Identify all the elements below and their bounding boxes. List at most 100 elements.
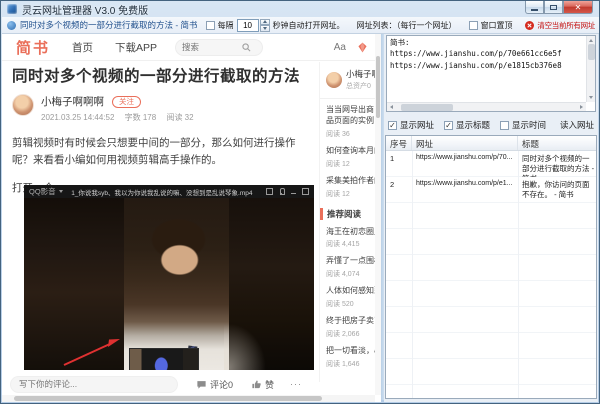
maximize-icon (550, 5, 557, 10)
textarea-vertical-scrollbar[interactable] (586, 36, 595, 102)
follow-button[interactable]: 关注 (112, 96, 141, 108)
window-controls: ✕ (525, 1, 593, 14)
scroll-up-arrow-icon[interactable] (589, 39, 593, 42)
show-title-label: 显示标题 (456, 119, 490, 131)
comment-bar: 评论0 赞 ··· (2, 374, 319, 394)
window-title: 灵云网址管理器 V3.0 免费版 (22, 2, 148, 17)
interval-checkbox[interactable] (206, 21, 215, 30)
close-button[interactable]: ✕ (563, 1, 593, 14)
video-filename: 1_你说我syb、我以为你说我乱说的嘛、没想到是乱说琴象.mp4 (63, 187, 261, 197)
sidebar-article-item[interactable]: 当当网导出商品页面的实例方法 阅读 36 (326, 105, 375, 139)
member-diamond-icon[interactable] (356, 41, 369, 54)
recommended-item[interactable]: 人体如何感知到 阅读 520 (326, 286, 375, 309)
article: 同时对多个视频的一部分进行截取的方法 小梅子啊啊啊 关注 2021.03.25 … (12, 64, 314, 195)
sidebar-article-item[interactable]: 采集美拍作者的 阅读 12 (326, 176, 375, 199)
display-options-row: ✓ 显示网址 ✓ 显示标题 显示时间 读入网址 (388, 118, 594, 132)
load-urls-button[interactable]: 读入网址 (560, 119, 594, 131)
recommended-item[interactable]: 弄懂了一点围棋 阅读 4,074 (326, 256, 375, 279)
current-page-title[interactable]: 同时对多个视频的一部分进行截取的方法 - 简书 (20, 19, 198, 31)
thumbs-up-icon (251, 379, 262, 390)
scroll-down-arrow-icon[interactable] (589, 96, 593, 99)
scrollbar-thumb[interactable] (376, 56, 380, 118)
comment-bubble-icon (196, 379, 207, 390)
font-size-toggle[interactable]: Aa (334, 42, 346, 53)
table-header: 序号 网址 标题 (386, 136, 596, 151)
site-header: 简书 首页 下载APP Aa (2, 34, 381, 61)
sidebar-author-assets: 总资产0 (346, 81, 375, 91)
show-title-option[interactable]: ✓ 显示标题 (444, 119, 490, 131)
table-row[interactable]: 2 https://www.jianshu.com/p/e1... 抱歉，你访问… (386, 177, 596, 203)
video-player-name: QQ影音 (29, 186, 63, 197)
show-title-checkbox[interactable]: ✓ (444, 121, 453, 130)
show-url-checkbox[interactable]: ✓ (388, 121, 397, 130)
article-paragraph: 剪辑视频时有时候会只想要中间的一部分，那么如何进行操作呢？来看看小编如何用视频剪… (12, 135, 314, 170)
read-count: 阅读 32 (166, 113, 193, 122)
column-header-index[interactable]: 序号 (386, 136, 412, 150)
author-name[interactable]: 小梅子啊啊啊 (41, 94, 104, 109)
show-time-checkbox[interactable] (500, 121, 509, 130)
word-count: 字数 178 (125, 113, 157, 122)
recommend-header: 推荐阅读 (320, 208, 375, 220)
maximize-button[interactable] (544, 1, 563, 14)
more-actions-button[interactable]: ··· (290, 379, 302, 389)
recommended-item[interactable]: 海王在初恋圈里 阅读 4,415 (326, 227, 375, 250)
author-avatar[interactable] (12, 94, 34, 116)
table-row[interactable]: 1 https://www.jianshu.com/p/70... 同时对多个视… (386, 151, 596, 177)
sidebar-article-item[interactable]: 如何查询本月的 阅读 12 (326, 146, 375, 169)
topmost-checkbox[interactable] (469, 21, 478, 30)
url-manager-panel: 简书: https://www.jianshu.com/p/70e661cc6e… (384, 34, 598, 402)
article-title: 同时对多个视频的一部分进行截取的方法 (12, 64, 314, 86)
show-url-label: 显示网址 (400, 119, 434, 131)
comment-input[interactable] (10, 376, 178, 393)
minimize-icon (531, 9, 538, 11)
scroll-right-arrow-icon[interactable] (580, 105, 583, 109)
scroll-left-arrow-icon[interactable] (390, 105, 393, 109)
scrollbar-thumb[interactable] (588, 44, 595, 60)
player-window-icons (261, 188, 309, 195)
sidebar-author-name[interactable]: 小梅子啊 (346, 68, 375, 80)
interval-suffix-label: 秒钟自动打开网址。 (273, 20, 345, 31)
interval-spinner[interactable] (260, 19, 270, 32)
video-frame: 00:00:03 (24, 198, 314, 370)
app-icon (7, 4, 17, 14)
interval-input[interactable] (237, 19, 259, 32)
like-button[interactable]: 赞 (251, 378, 274, 391)
search-box[interactable] (175, 39, 263, 56)
recommended-item[interactable]: 终于把房子卖了 阅读 2,066 (326, 316, 375, 339)
sidebar-author-avatar[interactable] (326, 72, 342, 88)
table-body: 1 https://www.jianshu.com/p/70... 同时对多个视… (386, 151, 596, 398)
video-screenshot: QQ影音 1_你说我syb、我以为你说我乱说的嘛、没想到是乱说琴象.mp4 (24, 185, 314, 370)
clear-all-urls-button[interactable]: 清空当前所有网址 (537, 20, 595, 31)
scrollbar-thumb[interactable] (14, 396, 322, 401)
jianshu-logo[interactable]: 简书 (16, 37, 50, 58)
browser-horizontal-scrollbar[interactable] (2, 395, 375, 402)
clear-icon (525, 21, 534, 30)
textarea-horizontal-scrollbar[interactable] (387, 102, 586, 111)
app-window: 灵云网址管理器 V3.0 免费版 ✕ 同时对多个视频的一部分进行截取的方法 - … (0, 0, 600, 404)
video-player-titlebar: QQ影音 1_你说我syb、我以为你说我乱说的嘛、没想到是乱说琴象.mp4 (24, 185, 314, 198)
sidebar-author[interactable]: 小梅子啊 总资产0 (326, 68, 375, 91)
show-url-option[interactable]: ✓ 显示网址 (388, 119, 434, 131)
url-table: 序号 网址 标题 1 https://www.jianshu.com/p/70.… (385, 135, 597, 399)
article-meta: 2021.03.25 14:44:52 字数 178 阅读 32 (41, 112, 202, 123)
minimize-button[interactable] (525, 1, 544, 14)
page-favicon-icon (7, 21, 16, 30)
nav-home[interactable]: 首页 (72, 40, 93, 55)
url-list-textarea[interactable]: 简书: https://www.jianshu.com/p/70e661cc6e… (387, 36, 586, 102)
spinner-down-button[interactable] (260, 25, 270, 32)
recommended-item[interactable]: 把一切看淡，心 阅读 1,646 (326, 346, 375, 369)
search-input[interactable] (182, 42, 242, 52)
player-minimize-icon (290, 188, 297, 195)
embedded-browser: 简书 首页 下载APP Aa 同时对多个视频的一部分进行截取的方法 (2, 34, 381, 402)
scrollbar-thumb[interactable] (401, 104, 453, 111)
toolbar: 同时对多个视频的一部分进行截取的方法 - 简书 每隔 秒钟自动打开网址。 网址列… (2, 17, 600, 34)
show-time-option[interactable]: 显示时间 (500, 119, 546, 131)
player-settings-icon (266, 188, 273, 195)
title-bar: 灵云网址管理器 V3.0 免费版 (1, 1, 599, 17)
column-header-title[interactable]: 标题 (518, 136, 596, 150)
video-blur-right (229, 198, 314, 370)
comment-button[interactable]: 评论0 (196, 378, 233, 391)
column-header-url[interactable]: 网址 (412, 136, 518, 150)
nav-download-app[interactable]: 下载APP (115, 40, 157, 55)
seek-preview-thumbnail: 00:00:03 (129, 348, 199, 370)
